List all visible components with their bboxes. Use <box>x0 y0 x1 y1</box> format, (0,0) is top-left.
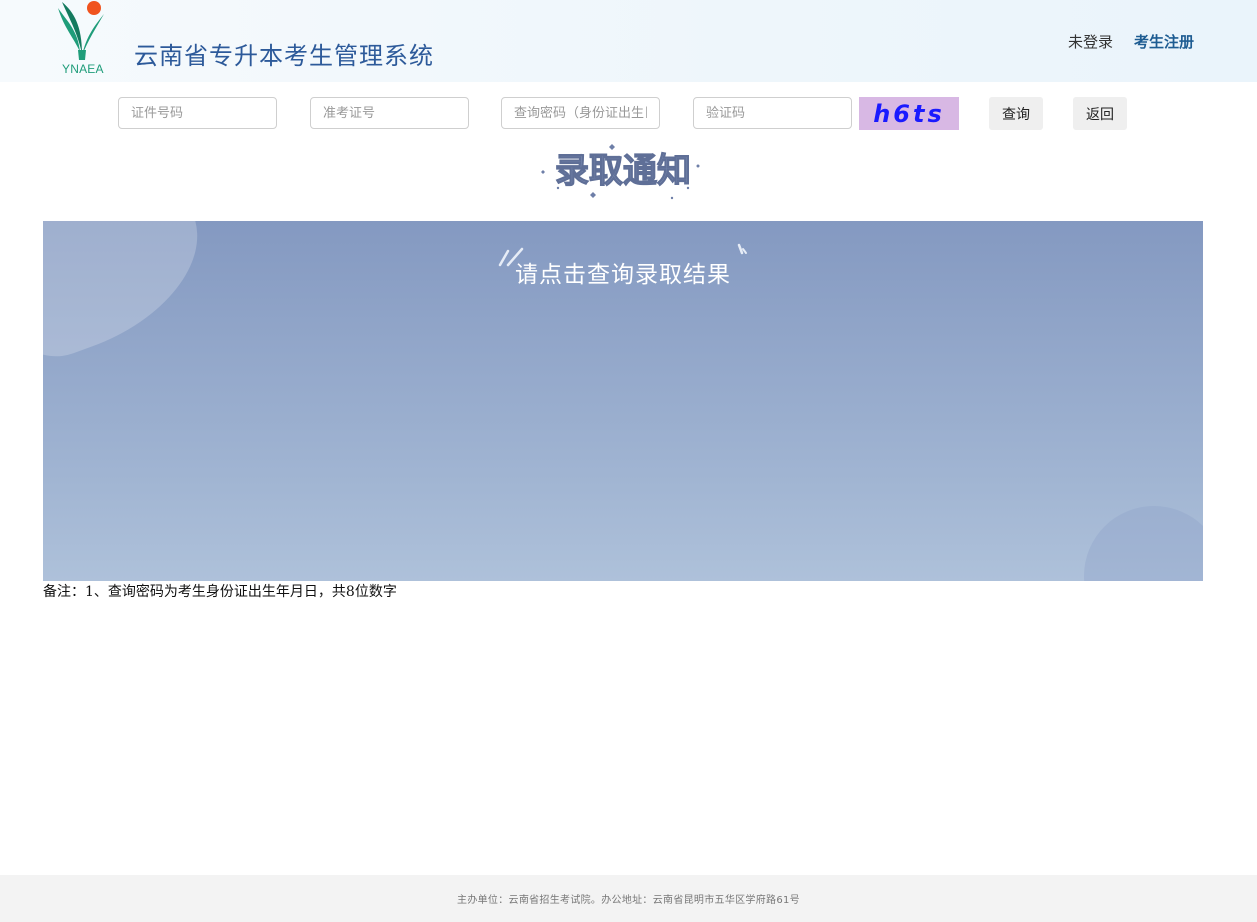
query-password-input[interactable] <box>501 97 660 129</box>
register-link[interactable]: 考生注册 <box>1134 31 1194 52</box>
site-header: YNAEA 云南省专升本考生管理系统 未登录 考生注册 <box>0 0 1257 82</box>
remark-note: 备注：1、查询密码为考生身份证出生年月日，共8位数字 <box>43 584 397 600</box>
captcha-image[interactable]: h6ts <box>859 97 959 130</box>
exam-ticket-input[interactable] <box>310 97 469 129</box>
login-status-link[interactable]: 未登录 <box>1068 31 1113 52</box>
logo-text: YNAEA <box>62 62 104 76</box>
decorative-blob <box>43 221 224 374</box>
notice-art-text: 录取通知 <box>555 151 691 191</box>
query-prompt-text: 请点击查询录取结果 <box>515 262 731 288</box>
captcha-input[interactable] <box>693 97 852 129</box>
site-footer: 主办单位：云南省招生考试院。办公地址：云南省昆明市五华区学府路61号 <box>0 875 1257 922</box>
decorative-circle <box>1084 506 1203 581</box>
back-button[interactable]: 返回 <box>1073 97 1127 130</box>
result-banner: 请点击查询录取结果 <box>43 221 1203 581</box>
admission-notice-heading-art: 录取通知 <box>541 144 700 200</box>
footer-text: 主办单位：云南省招生考试院。办公地址：云南省昆明市五华区学府路61号 <box>457 895 800 906</box>
query-button[interactable]: 查询 <box>989 97 1043 130</box>
id-number-input[interactable] <box>118 97 277 129</box>
site-title: 云南省专升本考生管理系统 <box>134 42 434 70</box>
